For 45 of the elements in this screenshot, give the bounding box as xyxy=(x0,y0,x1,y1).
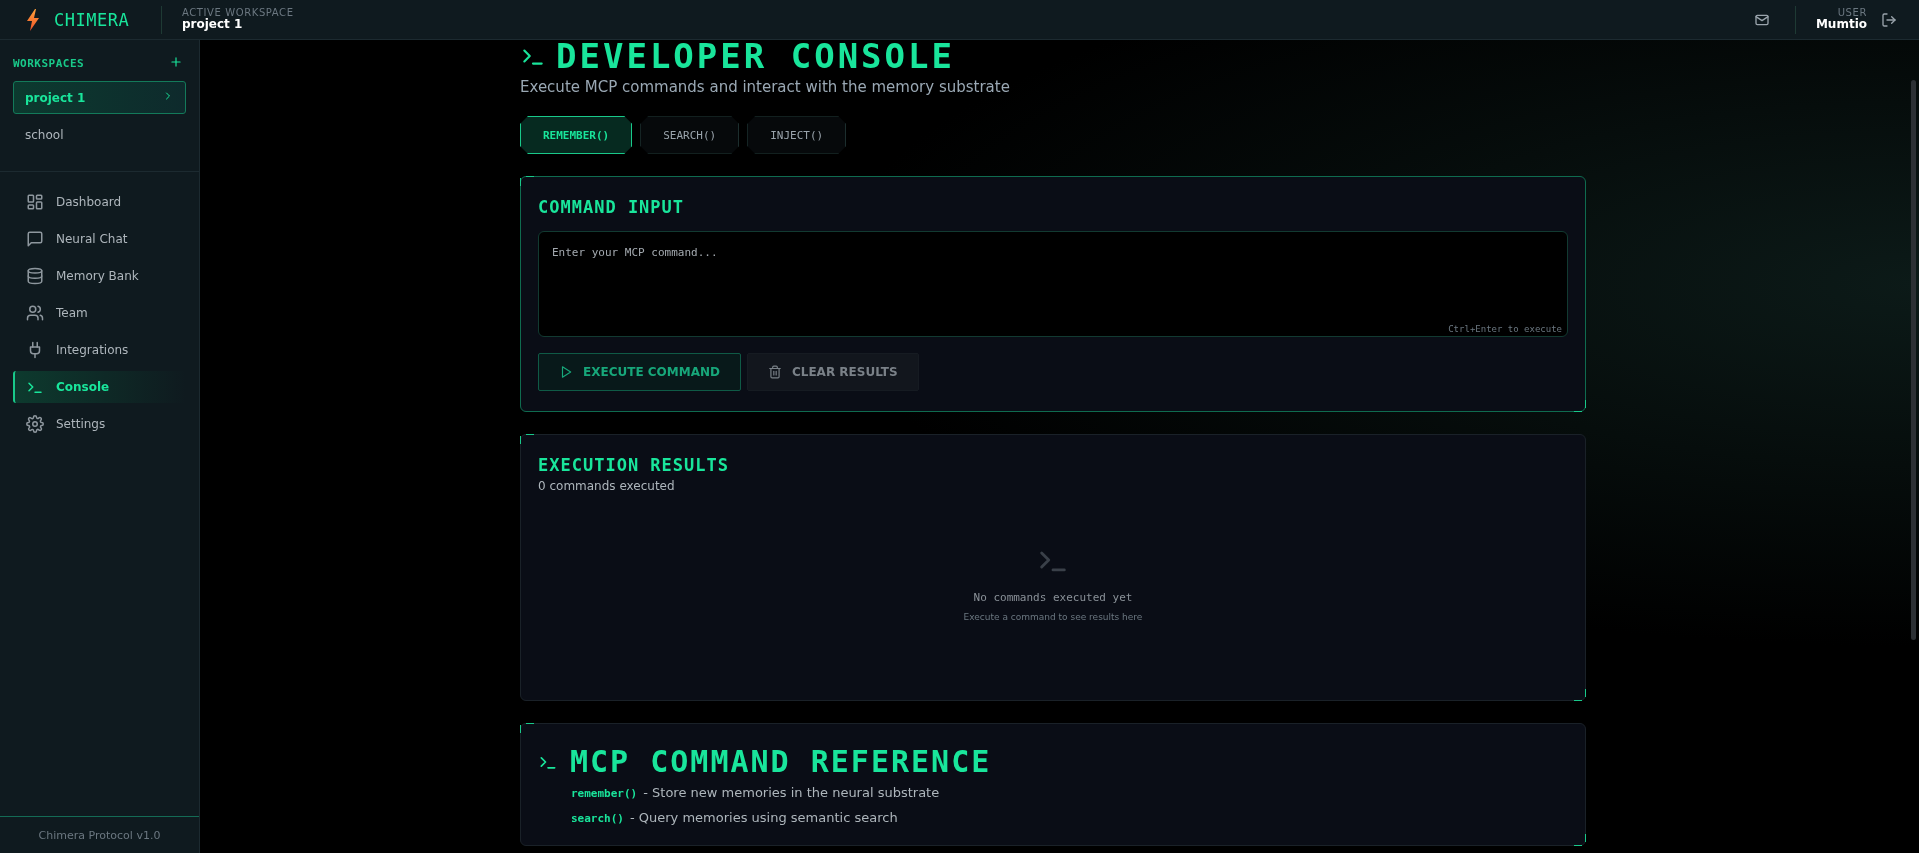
users-icon xyxy=(26,304,44,322)
scrollbar[interactable] xyxy=(1911,80,1916,640)
command-tab[interactable]: INJECT() xyxy=(747,116,847,154)
workspace-label: ACTIVE WORKSPACE xyxy=(182,7,294,19)
results-count: 0 commands executed xyxy=(538,479,676,493)
lightning-bolt-icon xyxy=(26,8,40,31)
nav-item[interactable]: Team xyxy=(13,297,186,329)
command-description: - Query memories using semantic search xyxy=(630,810,898,825)
play-icon xyxy=(559,365,573,379)
clear-button[interactable]: CLEAR RESULTS xyxy=(746,353,919,391)
nav-item[interactable]: Memory Bank xyxy=(13,260,186,292)
command-tab[interactable]: SEARCH() xyxy=(640,116,740,154)
chat-bubble-icon xyxy=(26,230,44,248)
page-title: DEVELOPER CONSOLE xyxy=(556,40,955,76)
trash-icon xyxy=(767,365,782,379)
nav-item[interactable]: Settings xyxy=(13,408,186,440)
card-title: EXECUTION RESULTS xyxy=(538,455,730,475)
workspace-item[interactable]: school xyxy=(13,118,186,151)
version-text: Chimera Protocol v1.0 xyxy=(38,828,161,842)
database-icon xyxy=(26,267,44,285)
logout-icon xyxy=(1881,11,1897,28)
user-label: USER xyxy=(1837,7,1867,19)
plus-icon xyxy=(169,55,183,69)
nav-item[interactable]: Dashboard xyxy=(13,186,186,218)
execute-button[interactable]: EXECUTE COMMAND xyxy=(538,353,741,391)
card-title: COMMAND INPUT xyxy=(538,197,686,217)
workspaces-heading: WORKSPACES xyxy=(13,57,85,70)
command-name: remember() xyxy=(571,787,638,800)
nav-item[interactable]: Integrations xyxy=(13,334,186,366)
nav-item[interactable]: Neural Chat xyxy=(13,223,186,255)
command-description: - Store new memories in the neural substrate xyxy=(643,785,940,800)
command-name: search() xyxy=(571,812,624,825)
empty-hint: Execute a command to see results here xyxy=(963,612,1143,622)
workspace-item[interactable]: project 1 xyxy=(13,81,186,114)
page-subtitle: Execute MCP commands and interact with the memory substrate xyxy=(520,78,1011,96)
settings-icon xyxy=(26,415,44,433)
user-name: Mumtio xyxy=(1815,18,1867,32)
shortcut-hint: Ctrl+Enter to execute xyxy=(1448,324,1562,334)
logout-button[interactable] xyxy=(1881,11,1897,28)
workspace-name: project 1 xyxy=(182,18,244,32)
brand-name: CHIMERA xyxy=(54,9,130,30)
dashboard-icon xyxy=(26,193,44,211)
empty-title: No commands executed yet xyxy=(973,591,1133,604)
card-title: MCP COMMAND REFERENCE xyxy=(570,744,992,779)
command-tab[interactable]: REMEMBER() xyxy=(520,116,633,154)
